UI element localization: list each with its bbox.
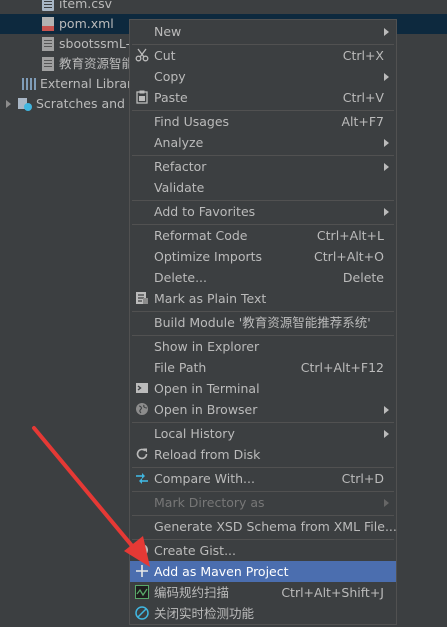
annotation-arrow-icon [32, 426, 150, 567]
